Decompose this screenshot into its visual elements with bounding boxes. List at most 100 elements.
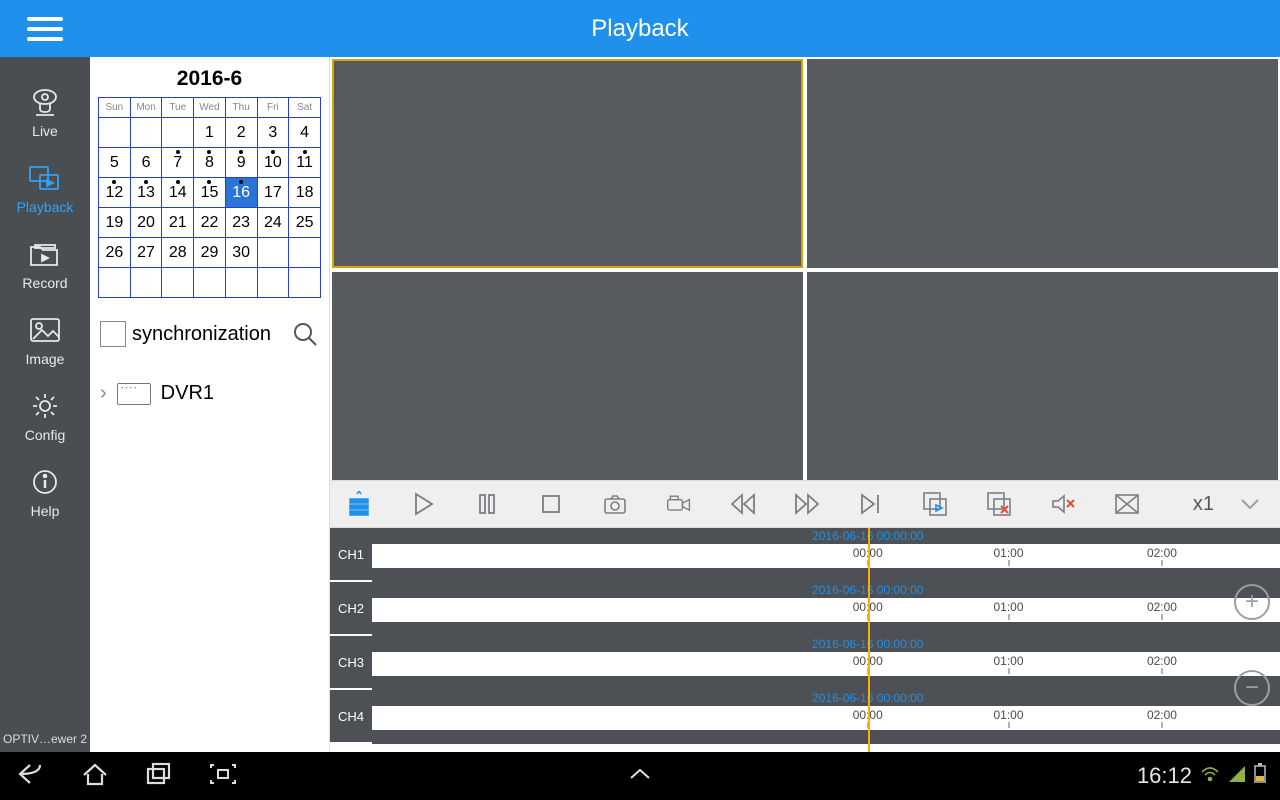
zoom-in-button[interactable]: +	[1234, 584, 1270, 620]
stop-button[interactable]	[536, 489, 566, 519]
timeline-track[interactable]: 2016-06-16 00:00:0000:0001:0002:0003	[372, 690, 1280, 744]
stop-icon	[538, 491, 564, 517]
calendar-day[interactable]: 3	[257, 118, 289, 148]
calendar-day[interactable]: 1	[194, 118, 226, 148]
calendar-day[interactable]: 9	[225, 148, 257, 178]
calendar-day[interactable]: 29	[194, 238, 226, 268]
snapshot-button[interactable]	[600, 489, 630, 519]
nav-item-help[interactable]: Help	[0, 457, 90, 533]
calendar-day[interactable]: 23	[225, 208, 257, 238]
playback-speed: x1	[1193, 493, 1214, 516]
timeline-track[interactable]: 2016-06-16 00:00:0000:0001:0002:0003	[372, 636, 1280, 690]
weekday-header: Mon	[130, 98, 162, 118]
back-button[interactable]	[16, 761, 46, 792]
calendar-day[interactable]: 17	[257, 178, 289, 208]
hamburger-icon	[27, 15, 63, 43]
calendar-title: 2016-6	[98, 67, 321, 91]
calendar-day[interactable]: 18	[289, 178, 321, 208]
timeline-track[interactable]: 2016-06-16 00:00:0000:0001:0002:0003	[372, 582, 1280, 636]
signal-icon	[1228, 763, 1246, 789]
calendar-day[interactable]: 28	[162, 238, 194, 268]
calendar-day[interactable]: 30	[225, 238, 257, 268]
record-folder-icon	[28, 239, 62, 269]
calendar-day[interactable]: 26	[99, 238, 131, 268]
hour-label: 02:00	[1147, 546, 1177, 560]
chevron-down-icon[interactable]	[1240, 493, 1260, 516]
timeline-track[interactable]: 2016-06-16 00:00:0000:0001:0002:0003	[372, 528, 1280, 582]
calendar-day[interactable]: 2	[225, 118, 257, 148]
calendar[interactable]: SunMonTueWedThuFriSat 123456789101112131…	[98, 97, 321, 298]
video-pane-3[interactable]	[332, 272, 803, 481]
calendar-day	[162, 268, 194, 298]
nav-item-image[interactable]: Image	[0, 305, 90, 381]
calendar-day	[130, 118, 162, 148]
calendar-day[interactable]: 22	[194, 208, 226, 238]
mute-button[interactable]	[1048, 489, 1078, 519]
calendar-day[interactable]: 4	[289, 118, 321, 148]
screenshot-button[interactable]	[208, 761, 238, 792]
fullscreen-button[interactable]	[1112, 489, 1142, 519]
timeline-row[interactable]: CH42016-06-16 00:00:0000:0001:0002:0003	[330, 690, 1280, 744]
calendar-day[interactable]: 7	[162, 148, 194, 178]
weekday-header: Thu	[225, 98, 257, 118]
timeline-row[interactable]: CH12016-06-16 00:00:0000:0001:0002:0003	[330, 528, 1280, 582]
playhead[interactable]	[868, 528, 870, 752]
sync-row: synchronization	[100, 320, 319, 348]
calendar-day[interactable]: 5	[99, 148, 131, 178]
calendar-day[interactable]: 21	[162, 208, 194, 238]
record-button[interactable]	[664, 489, 694, 519]
nav-item-config[interactable]: Config	[0, 381, 90, 457]
calendar-day[interactable]: 19	[99, 208, 131, 238]
synchronization-checkbox[interactable]	[100, 321, 126, 347]
play-button[interactable]	[408, 489, 438, 519]
pause-button[interactable]	[472, 489, 502, 519]
calendar-day[interactable]: 14	[162, 178, 194, 208]
fast-forward-icon	[794, 491, 820, 517]
home-button[interactable]	[80, 761, 110, 792]
search-button[interactable]	[291, 320, 319, 348]
zoom-out-button[interactable]: −	[1234, 670, 1270, 706]
fast-forward-button[interactable]	[792, 489, 822, 519]
nav-item-playback[interactable]: Playback	[0, 153, 90, 229]
video-pane-4[interactable]	[807, 272, 1278, 481]
recent-apps-button[interactable]	[144, 761, 174, 792]
nav-label: Playback	[17, 199, 74, 215]
nav-label: Help	[31, 503, 60, 519]
device-name: DVR1	[161, 382, 214, 405]
calendar-day[interactable]: 11	[289, 148, 321, 178]
wifi-icon	[1200, 763, 1220, 789]
timeline-row[interactable]: CH22016-06-16 00:00:0000:0001:0002:0003	[330, 582, 1280, 636]
nav-item-record[interactable]: Record	[0, 229, 90, 305]
expand-bar-button[interactable]	[625, 767, 655, 786]
play-all-button[interactable]	[920, 489, 950, 519]
calendar-day[interactable]: 27	[130, 238, 162, 268]
video-pane-2[interactable]	[807, 59, 1278, 268]
step-forward-icon	[858, 491, 884, 517]
calendar-day[interactable]: 13	[130, 178, 162, 208]
video-grid	[330, 57, 1280, 480]
fullscreen-icon	[1114, 491, 1140, 517]
calendar-day[interactable]: 25	[289, 208, 321, 238]
calendar-day[interactable]: 24	[257, 208, 289, 238]
calendar-day[interactable]: 20	[130, 208, 162, 238]
channel-label: CH4	[330, 690, 372, 744]
magnifier-icon	[291, 320, 319, 348]
device-row[interactable]: › DVR1	[98, 378, 321, 409]
timeline-row[interactable]: CH32016-06-16 00:00:0000:0001:0002:0003	[330, 636, 1280, 690]
dvr-icon	[117, 383, 151, 405]
calendar-day[interactable]: 12	[99, 178, 131, 208]
timeline-area[interactable]: CH12016-06-16 00:00:0000:0001:0002:0003C…	[330, 528, 1280, 752]
close-all-button[interactable]	[984, 489, 1014, 519]
calendar-day[interactable]: 15	[194, 178, 226, 208]
storage-button[interactable]	[344, 489, 374, 519]
calendar-day[interactable]: 16	[225, 178, 257, 208]
hamburger-menu-button[interactable]	[0, 0, 90, 57]
channel-label: CH2	[330, 582, 372, 636]
calendar-day[interactable]: 6	[130, 148, 162, 178]
nav-item-live[interactable]: Live	[0, 77, 90, 153]
calendar-day[interactable]: 10	[257, 148, 289, 178]
rewind-button[interactable]	[728, 489, 758, 519]
video-pane-1[interactable]	[332, 59, 803, 268]
calendar-day[interactable]: 8	[194, 148, 226, 178]
step-forward-button[interactable]	[856, 489, 886, 519]
